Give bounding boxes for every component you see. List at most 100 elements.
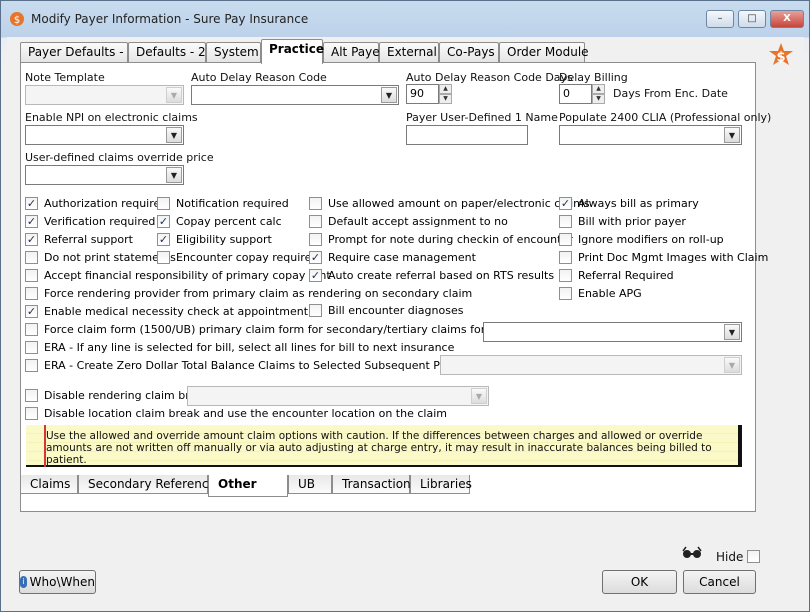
checkbox-box[interactable] [559,269,572,282]
checkbox-box[interactable] [559,215,572,228]
checkbox-box[interactable]: ✓ [157,233,170,246]
force-rendering-checkbox[interactable]: Force rendering provider from primary cl… [25,286,472,301]
tab-system[interactable]: System [206,42,261,63]
checkbox-box[interactable]: ✓ [309,251,322,264]
referral-required-checkbox[interactable]: Referral Required [559,268,674,283]
checkbox-label: Bill encounter diagnoses [328,304,464,317]
enable-npi-select[interactable]: ▼ [25,125,184,145]
enable-apg-checkbox[interactable]: Enable APG [559,286,642,301]
checkbox-box[interactable] [309,233,322,246]
tab-practice[interactable]: Practice [261,39,324,64]
spin-up-icon[interactable]: ▲ [592,84,605,94]
auto-delay-days-spinner[interactable]: ▲ ▼ [439,84,452,104]
disable-location-break-checkbox[interactable]: Disable location claim break and use the… [25,406,447,421]
checkbox-box[interactable] [25,287,38,300]
do-not-print-checkbox[interactable]: Do not print statements [25,250,176,265]
ok-button[interactable]: OK [602,570,677,594]
chevron-down-icon[interactable]: ▼ [724,324,740,340]
delay-billing-input[interactable]: 0 [559,84,592,104]
delay-billing-spinner[interactable]: ▲ ▼ [592,84,605,104]
authorization-required-checkbox[interactable]: ✓ Authorization required [25,196,167,211]
copay-percent-checkbox[interactable]: ✓ Copay percent calc [157,214,282,229]
checkbox-box[interactable] [559,233,572,246]
checkbox-label: Accept financial responsibility of prima… [44,269,331,282]
notification-required-checkbox[interactable]: Notification required [157,196,289,211]
checkbox-box[interactable] [25,341,38,354]
tab-order-module[interactable]: Order Module [499,42,589,63]
tab-libraries[interactable]: Libraries [410,475,472,494]
disable-rendering-break-checkbox[interactable]: Disable rendering claim break: [25,388,213,403]
referral-support-checkbox[interactable]: ✓ Referral support [25,232,133,247]
who-when-button[interactable]: i Who\When [19,570,96,594]
tab-claims[interactable]: Claims [20,475,78,494]
checkbox-box[interactable] [157,197,170,210]
clia-select[interactable]: ▼ [559,125,742,145]
cancel-button[interactable]: Cancel [683,570,756,594]
checkbox-box[interactable] [309,304,322,317]
bill-encounter-diag-checkbox[interactable]: Bill encounter diagnoses [309,303,463,318]
hide-checkbox[interactable] [747,550,760,563]
checkbox-box[interactable] [25,407,38,420]
tab-defaults-2[interactable]: Defaults - 2 [128,42,206,63]
checkbox-box[interactable] [309,197,322,210]
checkbox-label: Use allowed amount on paper/electronic c… [328,197,590,210]
checkbox-box[interactable] [25,389,38,402]
user-override-select[interactable]: ▼ [25,165,184,185]
checkbox-box[interactable]: ✓ [157,215,170,228]
spin-down-icon[interactable]: ▼ [439,94,452,104]
glasses-icon [682,546,702,558]
minimize-button[interactable]: – [706,10,734,28]
checkbox-box[interactable]: ✓ [309,269,322,282]
checkbox-box[interactable]: ✓ [25,197,38,210]
encounter-copay-checkbox[interactable]: Encounter copay required [157,250,318,265]
checkbox-box[interactable] [25,269,38,282]
era-any-line-checkbox[interactable]: ERA - If any line is selected for bill, … [25,340,454,355]
always-bill-primary-checkbox[interactable]: ✓ Always bill as primary [559,196,699,211]
payer-udf1-input[interactable] [406,125,528,145]
prompt-note-checkbox[interactable]: Prompt for note during checkin of encoun… [309,232,573,247]
tab-alt-payer[interactable]: Alt Payer [323,42,385,63]
default-accept-checkbox[interactable]: Default accept assignment to no [309,214,508,229]
checkbox-box[interactable] [559,251,572,264]
tab-ub[interactable]: UB [288,475,332,494]
tab-transactions[interactable]: Transactions [332,475,417,494]
checkbox-box[interactable] [157,251,170,264]
verification-required-checkbox[interactable]: ✓ Verification required [25,214,155,229]
ignore-modifiers-checkbox[interactable]: Ignore modifiers on roll-up [559,232,724,247]
spin-down-icon[interactable]: ▼ [592,94,605,104]
chevron-down-icon[interactable]: ▼ [166,127,182,143]
eligibility-support-checkbox[interactable]: ✓ Eligibility support [157,232,272,247]
tab-secondary-references[interactable]: Secondary References [78,475,222,494]
use-allowed-amount-checkbox[interactable]: Use allowed amount on paper/electronic c… [309,196,590,211]
maximize-button[interactable]: □ [738,10,766,28]
bill-prior-payer-checkbox[interactable]: Bill with prior payer [559,214,686,229]
tab-other[interactable]: Other [208,475,288,497]
accept-fin-resp-checkbox[interactable]: Accept financial responsibility of prima… [25,268,331,283]
checkbox-box[interactable]: ✓ [25,305,38,318]
require-case-mgmt-checkbox[interactable]: ✓ Require case management [309,250,476,265]
chevron-down-icon[interactable]: ▼ [381,87,397,103]
chevron-down-icon[interactable]: ▼ [724,127,740,143]
chevron-down-icon[interactable]: ▼ [166,167,182,183]
auto-delay-days-input[interactable]: 90 [406,84,439,104]
checkbox-box[interactable]: ✓ [25,233,38,246]
checkbox-box[interactable] [25,251,38,264]
checkbox-box[interactable]: ✓ [25,215,38,228]
auto-delay-reason-select[interactable]: ▼ [191,85,399,105]
tab-co-pays[interactable]: Co-Pays [439,42,499,63]
checkbox-label: Eligibility support [176,233,272,246]
checkbox-box[interactable] [559,287,572,300]
enable-med-nec-checkbox[interactable]: ✓ Enable medical necessity check at appoi… [25,304,308,319]
checkbox-box[interactable]: ✓ [559,197,572,210]
financial-class-select[interactable]: ▼ [483,322,742,342]
close-button[interactable]: X [770,10,804,28]
checkbox-box[interactable] [309,215,322,228]
checkbox-box[interactable] [25,323,38,336]
checkbox-box[interactable] [25,359,38,372]
tab-payer-defaults-1[interactable]: Payer Defaults - 1 [20,42,135,63]
tab-external[interactable]: External [379,42,439,63]
print-doc-mgmt-checkbox[interactable]: Print Doc Mgmt Images with Claim [559,250,768,265]
spin-up-icon[interactable]: ▲ [439,84,452,94]
auto-create-referral-checkbox[interactable]: ✓ Auto create referral based on RTS resul… [309,268,554,283]
era-zero-dollar-checkbox[interactable]: ERA - Create Zero Dollar Total Balance C… [25,358,478,373]
